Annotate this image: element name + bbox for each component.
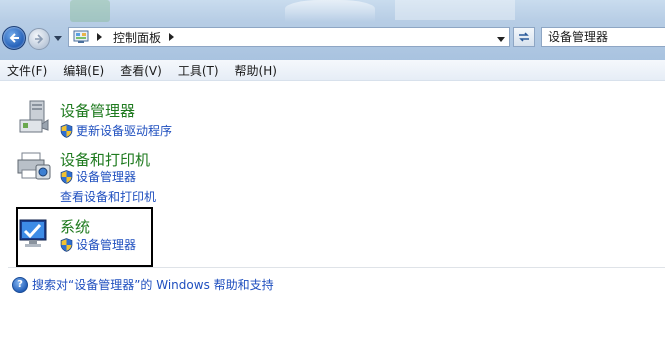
breadcrumb-separator-icon[interactable] xyxy=(169,33,175,41)
back-button[interactable] xyxy=(2,26,26,50)
menu-help[interactable]: 帮助(H) xyxy=(228,62,283,79)
result-title[interactable]: 设备管理器 xyxy=(60,100,135,121)
task-label[interactable]: 设备管理器 xyxy=(76,168,136,185)
address-history-dropdown[interactable] xyxy=(497,32,505,46)
menu-file[interactable]: 文件(F) xyxy=(0,62,53,79)
menu-edit[interactable]: 编辑(E) xyxy=(56,62,110,79)
menu-bar: 文件(F) 编辑(E) 查看(V) 工具(T) 帮助(H) xyxy=(0,60,665,81)
forward-arrow-icon xyxy=(35,34,44,44)
glass-decoration xyxy=(285,0,375,22)
refresh-button[interactable] xyxy=(513,27,535,47)
help-icon: ? xyxy=(12,276,28,293)
window-chrome: 控制面板 设备管理器 xyxy=(0,0,665,60)
device-manager-icon[interactable] xyxy=(16,100,52,136)
menu-tools[interactable]: 工具(T) xyxy=(171,62,225,79)
menu-view[interactable]: 查看(V) xyxy=(113,62,168,79)
help-link-label[interactable]: 搜索对“设备管理器”的 Windows 帮助和支持 xyxy=(32,276,274,293)
windows-help-link[interactable]: ? 搜索对“设备管理器”的 Windows 帮助和支持 xyxy=(12,276,274,293)
chevron-down-icon xyxy=(54,36,62,41)
uac-shield-icon xyxy=(60,169,73,184)
task-link[interactable]: 查看设备和打印机 xyxy=(60,188,156,205)
result-title[interactable]: 设备和打印机 xyxy=(60,149,150,170)
back-arrow-icon xyxy=(9,33,19,43)
search-input[interactable]: 设备管理器 xyxy=(541,27,665,47)
highlight-annotation-box xyxy=(16,207,153,267)
refresh-icon xyxy=(519,32,529,42)
recent-pages-dropdown[interactable] xyxy=(53,34,63,44)
task-link[interactable]: 更新设备驱动程序 xyxy=(60,122,172,139)
task-label[interactable]: 更新设备驱动程序 xyxy=(76,122,172,139)
forward-button[interactable] xyxy=(28,28,50,50)
uac-shield-icon xyxy=(60,123,73,138)
address-bar[interactable]: 控制面板 xyxy=(68,27,510,47)
breadcrumb-separator-icon[interactable] xyxy=(97,33,105,41)
printer-camera-icon[interactable] xyxy=(16,149,52,185)
breadcrumb-control-panel[interactable]: 控制面板 xyxy=(113,29,161,46)
glass-decoration xyxy=(70,0,110,22)
task-label[interactable]: 查看设备和打印机 xyxy=(60,188,156,205)
control-panel-icon xyxy=(73,30,89,43)
divider xyxy=(8,267,665,268)
chevron-down-icon xyxy=(497,37,505,42)
glass-decoration xyxy=(395,0,515,20)
task-link[interactable]: 设备管理器 xyxy=(60,168,136,185)
